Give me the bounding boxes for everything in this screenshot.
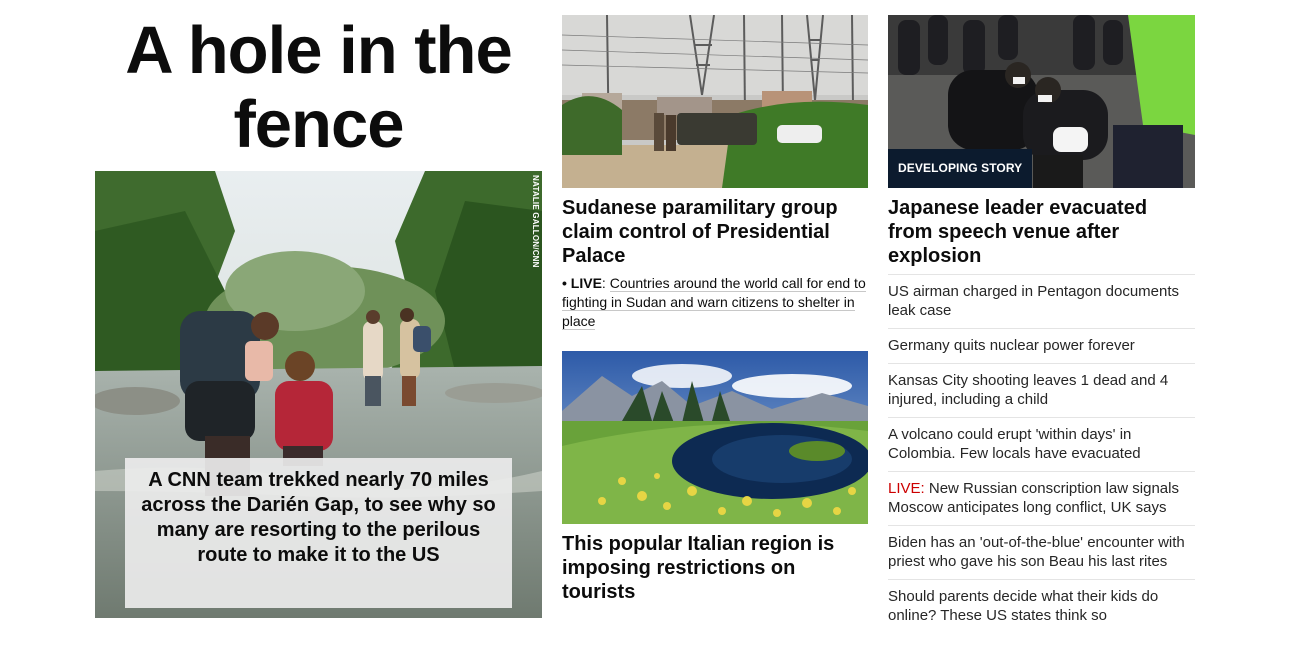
sudan-live-link[interactable]: Countries around the world call for end … [562, 275, 866, 330]
lead-headline[interactable]: A hole in the fence [95, 14, 542, 162]
japan-image[interactable]: DEVELOPING STORY [888, 15, 1195, 188]
list-item[interactable]: Kansas City shooting leaves 1 dead and 4… [888, 363, 1195, 417]
italy-image[interactable] [562, 351, 868, 524]
list-item[interactable]: A volcano could erupt 'within days' in C… [888, 417, 1195, 471]
developing-story-badge: DEVELOPING STORY [888, 149, 1033, 188]
lead-image[interactable]: NATALIE GALLON/CNN A CNN team trekked ne… [95, 171, 542, 618]
japan-headline[interactable]: Japanese leader evacuated from speech ve… [888, 196, 1195, 268]
lead-caption[interactable]: A CNN team trekked nearly 70 miles acros… [125, 458, 512, 608]
sudan-live-update: • LIVE: Countries around the world call … [562, 275, 866, 330]
list-item-text: US airman charged in Pentagon documents … [888, 283, 1180, 319]
list-item-text: Should parents decide what their kids do… [888, 588, 1159, 624]
lead-story: A hole in the fence NATALIE GALLON/CNN A… [95, 0, 542, 618]
list-item[interactable]: Should parents decide what their kids do… [888, 579, 1195, 633]
list-item[interactable]: Biden has an 'out-of-the-blue' encounter… [888, 525, 1195, 579]
japan-story: DEVELOPING STORY Japanese leader evacuat… [888, 15, 1195, 633]
list-item-text: Biden has an 'out-of-the-blue' encounter… [888, 534, 1185, 570]
sudan-image[interactable] [562, 15, 868, 188]
live-label: • LIVE [562, 275, 602, 291]
list-item[interactable]: Germany quits nuclear power forever [888, 328, 1195, 363]
list-item-text: A volcano could erupt 'within days' in C… [888, 426, 1141, 462]
list-item-text: Germany quits nuclear power forever [888, 337, 1135, 354]
sudan-street-photo [562, 15, 868, 188]
alpine-lake-photo [562, 351, 868, 524]
list-item-text: Kansas City shooting leaves 1 dead and 4… [888, 372, 1169, 408]
italy-story: This popular Italian region is imposing … [562, 351, 868, 604]
italy-headline[interactable]: This popular Italian region is imposing … [562, 532, 868, 604]
headline-list: US airman charged in Pentagon documents … [888, 274, 1195, 633]
list-item-text: New Russian conscription law signals Mos… [888, 480, 1179, 516]
list-item[interactable]: US airman charged in Pentagon documents … [888, 274, 1195, 328]
live-tag: LIVE: [888, 480, 925, 497]
image-credit: NATALIE GALLON/CNN [531, 175, 540, 268]
sudan-story: Sudanese paramilitary group claim contro… [562, 15, 868, 331]
sudan-headline[interactable]: Sudanese paramilitary group claim contro… [562, 196, 868, 268]
list-item[interactable]: LIVE: New Russian conscription law signa… [888, 471, 1195, 525]
